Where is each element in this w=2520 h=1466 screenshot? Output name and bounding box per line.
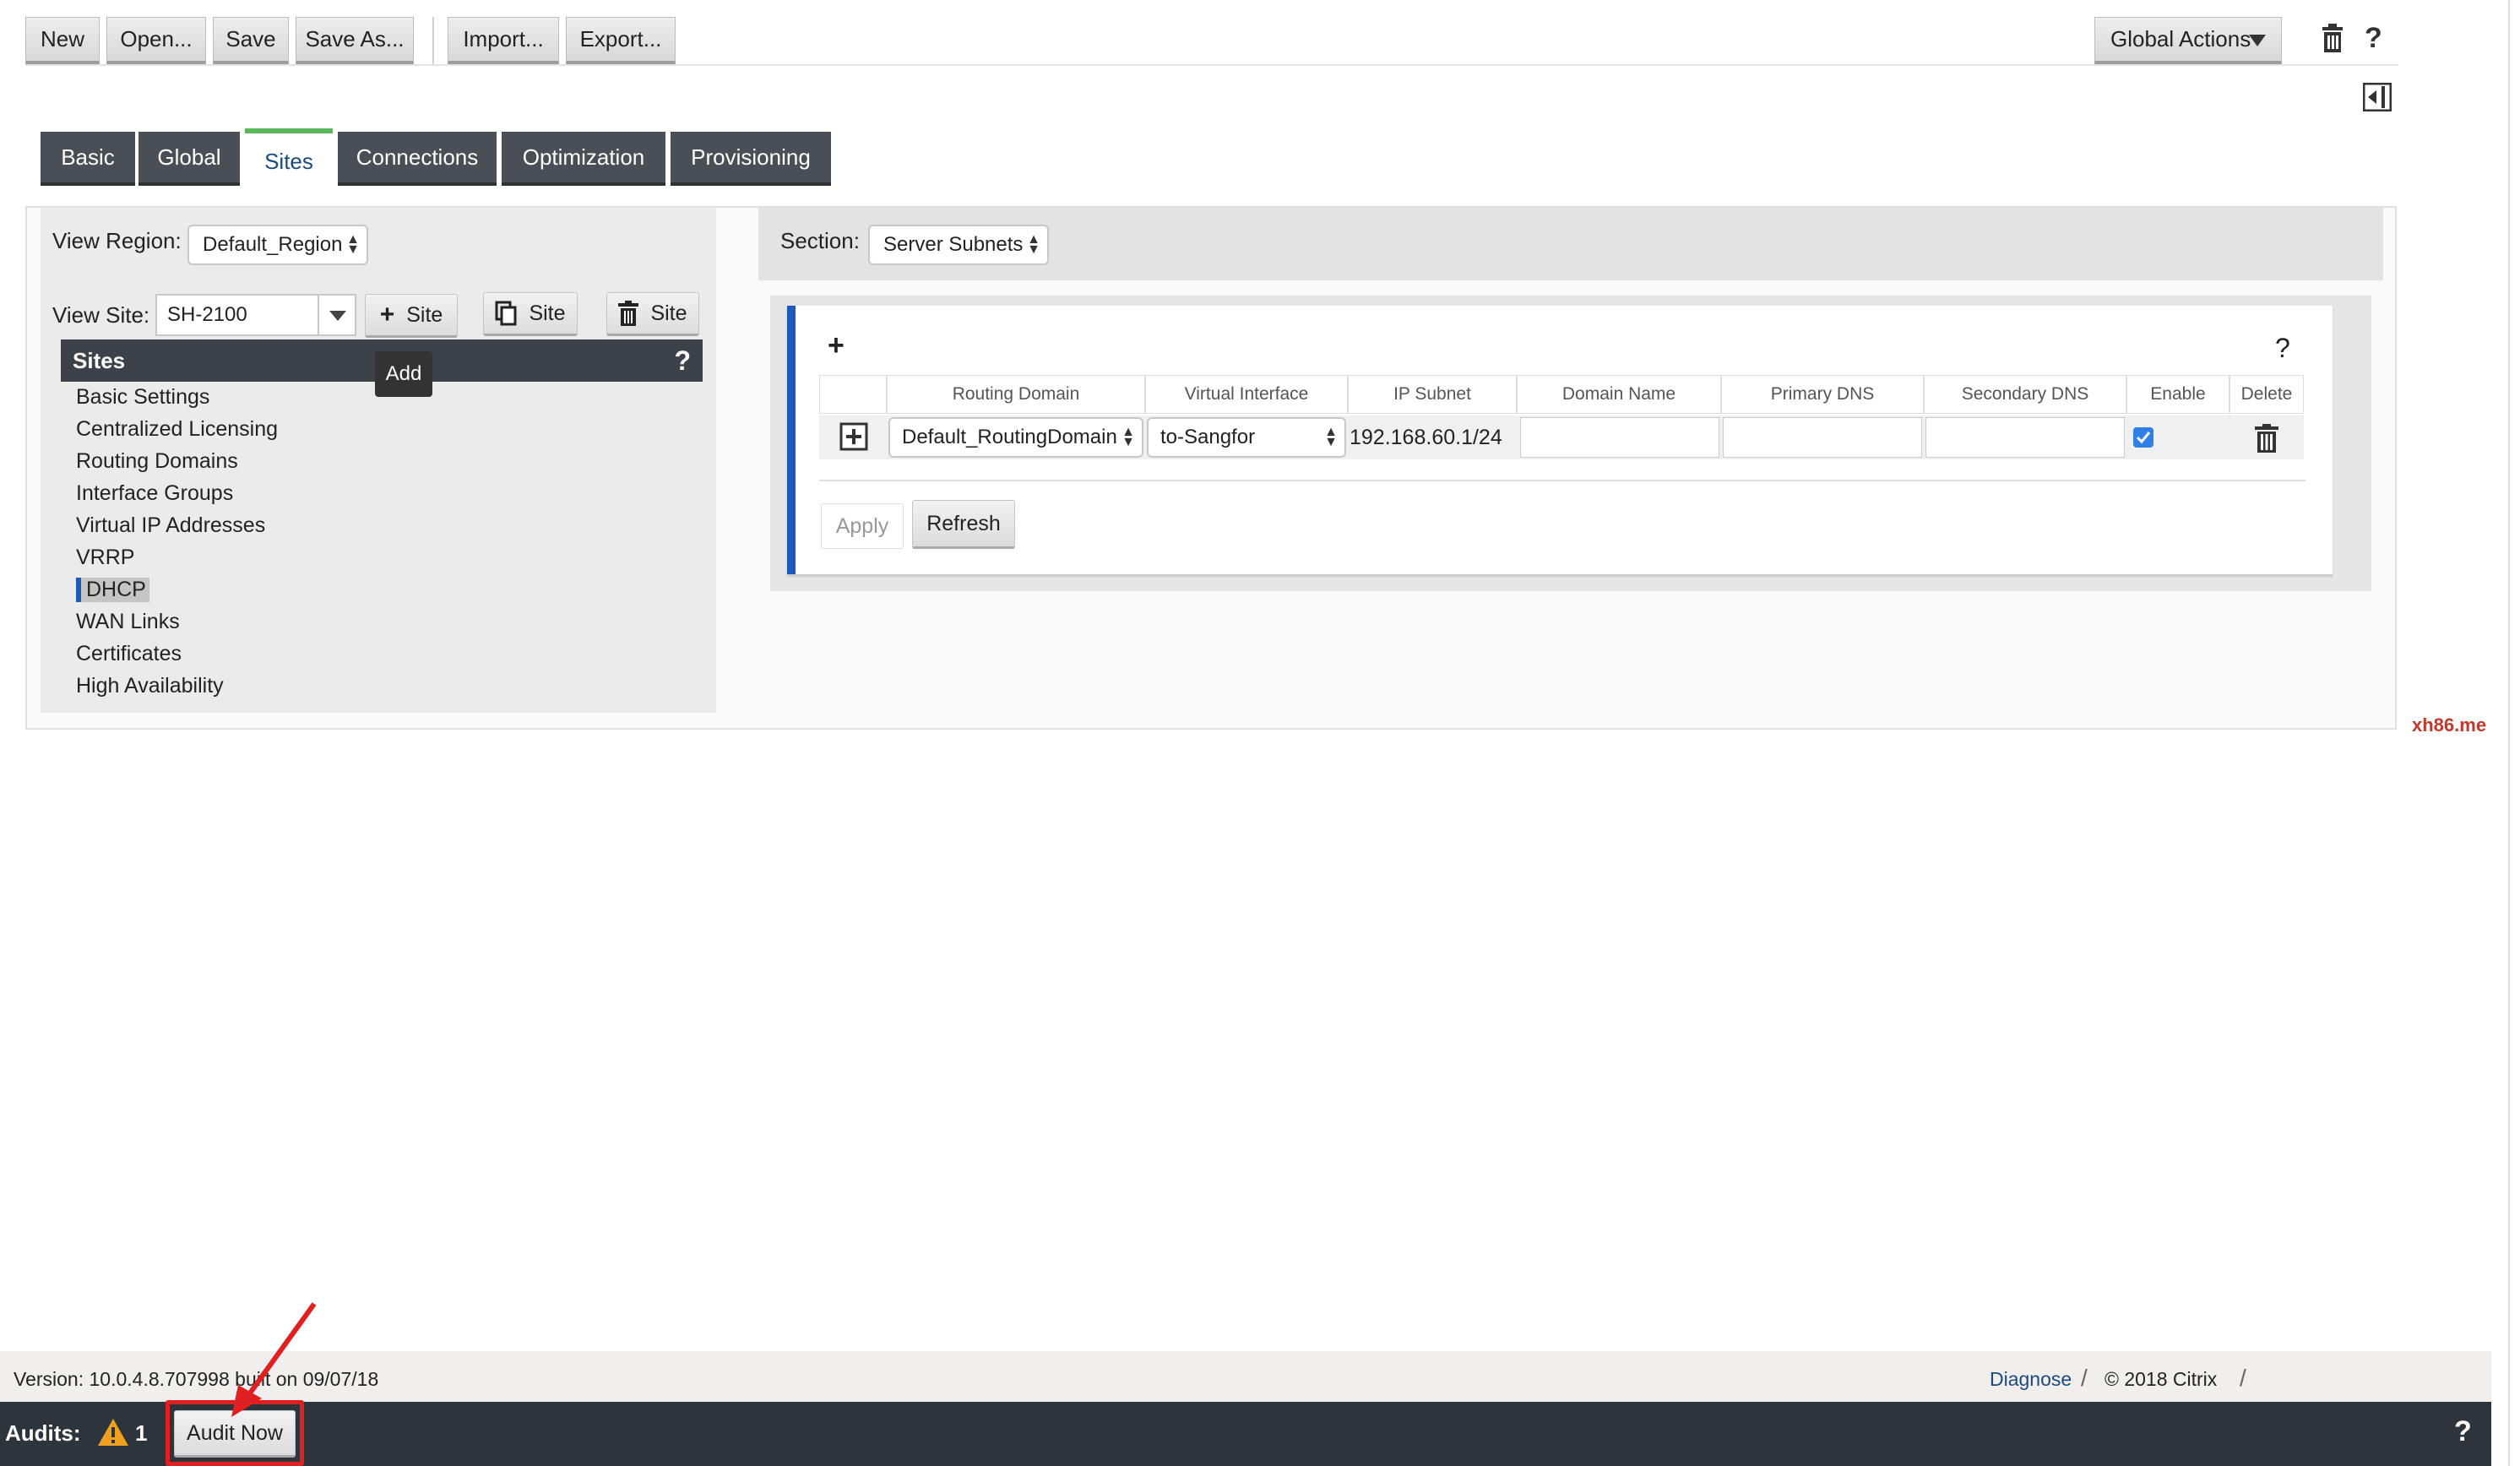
trash-icon[interactable] bbox=[2321, 24, 2344, 54]
warning-icon bbox=[98, 1419, 128, 1446]
nav-item-routing-domains[interactable]: Routing Domains bbox=[76, 449, 238, 474]
updown-icon: ▲ ▼ bbox=[1324, 425, 1338, 449]
delete-site-button[interactable]: Site bbox=[606, 292, 699, 336]
add-site-button[interactable]: + Site bbox=[365, 294, 458, 338]
audit-count: 1 bbox=[135, 1420, 148, 1446]
help-icon[interactable]: ? bbox=[2275, 333, 2290, 364]
routing-domain-value: Default_RoutingDomain bbox=[902, 426, 1117, 448]
add-site-label: Site bbox=[406, 302, 443, 327]
virtual-interface-value: to-Sangfor bbox=[1160, 426, 1256, 448]
import-button[interactable]: Import... bbox=[448, 17, 559, 64]
tab-sites[interactable]: Sites bbox=[245, 128, 333, 189]
updown-icon: ▲ ▼ bbox=[1027, 232, 1040, 257]
expand-row-icon[interactable] bbox=[839, 422, 868, 451]
save-button[interactable]: Save bbox=[213, 17, 289, 64]
audits-label: Audits: bbox=[5, 1420, 81, 1446]
tab-provisioning[interactable]: Provisioning bbox=[671, 132, 831, 186]
tab-connections[interactable]: Connections bbox=[338, 132, 497, 186]
updown-icon: ▲ ▼ bbox=[1122, 425, 1135, 449]
footer-separator: / bbox=[2240, 1365, 2246, 1391]
refresh-button[interactable]: Refresh bbox=[912, 500, 1015, 549]
help-icon[interactable]: ? bbox=[674, 345, 691, 377]
primary-dns-field[interactable] bbox=[1723, 417, 1922, 458]
caret-down-icon bbox=[329, 311, 346, 321]
nav-item-certificates[interactable]: Certificates bbox=[76, 642, 182, 666]
version-text: Version: 10.0.4.8.707998 built on 09/07/… bbox=[14, 1368, 379, 1390]
view-site-value: SH-2100 bbox=[167, 303, 247, 326]
view-region-value: Default_Region bbox=[203, 233, 343, 256]
trash-icon bbox=[618, 301, 639, 326]
tab-basic[interactable]: Basic bbox=[41, 132, 135, 186]
help-icon[interactable]: ? bbox=[2365, 22, 2382, 55]
secondary-dns-field[interactable] bbox=[1925, 417, 2125, 458]
nav-item-vrrp[interactable]: VRRP bbox=[76, 546, 134, 570]
add-row-icon[interactable]: + bbox=[828, 329, 845, 362]
footer-separator: / bbox=[2081, 1365, 2088, 1391]
help-icon[interactable]: ? bbox=[2454, 1415, 2472, 1448]
table-header-enable: Enable bbox=[2126, 375, 2229, 414]
routing-domain-select[interactable]: Default_RoutingDomain ▲ ▼ bbox=[888, 417, 1143, 458]
global-actions-label: Global Actions bbox=[2110, 26, 2251, 52]
delete-row-icon[interactable] bbox=[2255, 424, 2278, 453]
table-header-domain-name: Domain Name bbox=[1517, 375, 1721, 414]
toolbar-underline bbox=[25, 64, 2398, 66]
nav-item-interface-groups[interactable]: Interface Groups bbox=[76, 481, 233, 506]
section-label: Section: bbox=[780, 228, 860, 253]
sites-header-label: Sites bbox=[73, 347, 126, 373]
view-site-label: View Site: bbox=[52, 302, 150, 328]
nav-item-centralized-licensing[interactable]: Centralized Licensing bbox=[76, 417, 278, 442]
section-select[interactable]: Server Subnets ▲ ▼ bbox=[868, 225, 1049, 265]
nav-item-high-availability[interactable]: High Availability bbox=[76, 674, 224, 698]
table-header-primary-dns: Primary DNS bbox=[1721, 375, 1924, 414]
table-header-ip-subnet: IP Subnet bbox=[1348, 375, 1517, 414]
save-as-button[interactable]: Save As... bbox=[296, 17, 414, 64]
nav-item-basic-settings[interactable]: Basic Settings bbox=[76, 385, 209, 410]
plus-icon: + bbox=[379, 301, 395, 328]
watermark: xh86.me bbox=[2412, 714, 2487, 736]
view-site-combobox[interactable]: SH-2100 bbox=[155, 294, 356, 336]
site-dropdown-toggle[interactable] bbox=[318, 296, 355, 334]
clone-site-label: Site bbox=[529, 301, 566, 325]
delete-site-label: Site bbox=[650, 301, 687, 325]
annotation-arrow bbox=[231, 1302, 317, 1417]
diagnose-link[interactable]: Diagnose bbox=[1990, 1368, 2072, 1391]
enable-checkbox[interactable] bbox=[2133, 427, 2153, 448]
table-header-virtual-interface: Virtual Interface bbox=[1145, 375, 1348, 414]
open-button[interactable]: Open... bbox=[106, 17, 206, 64]
audit-bar bbox=[0, 1402, 2491, 1466]
table-divider bbox=[819, 480, 2305, 481]
view-region-select[interactable]: Default_Region ▲ ▼ bbox=[187, 225, 368, 265]
scrollbar-track bbox=[2508, 0, 2510, 1466]
table-header-delete: Delete bbox=[2229, 375, 2304, 414]
new-button[interactable]: New bbox=[25, 17, 100, 64]
ip-subnet-value: 192.168.60.1/24 bbox=[1350, 426, 1502, 449]
nav-item-wan-links[interactable]: WAN Links bbox=[76, 610, 180, 634]
nav-item-virtual-ip-addresses[interactable]: Virtual IP Addresses bbox=[76, 513, 265, 538]
copy-icon bbox=[495, 301, 517, 326]
nav-item-dhcp[interactable]: DHCP bbox=[76, 578, 149, 602]
table-header-expand bbox=[819, 375, 887, 414]
apply-button[interactable]: Apply bbox=[821, 503, 904, 549]
table-header-secondary-dns: Secondary DNS bbox=[1924, 375, 2126, 414]
updown-icon: ▲ ▼ bbox=[346, 232, 360, 257]
virtual-interface-select[interactable]: to-Sangfor ▲ ▼ bbox=[1147, 417, 1346, 458]
add-tooltip: Add bbox=[375, 351, 432, 397]
toolbar-divider bbox=[432, 17, 434, 64]
clone-site-button[interactable]: Site bbox=[483, 292, 578, 336]
collapse-panel-icon[interactable] bbox=[2363, 83, 2392, 111]
tab-global[interactable]: Global bbox=[138, 132, 240, 186]
caret-down-icon bbox=[2249, 35, 2266, 46]
copyright-text: © 2018 Citrix bbox=[2105, 1368, 2218, 1390]
table-header-routing-domain: Routing Domain bbox=[887, 375, 1145, 414]
export-button[interactable]: Export... bbox=[566, 17, 676, 64]
domain-name-field[interactable] bbox=[1520, 417, 1719, 458]
section-value: Server Subnets bbox=[883, 233, 1024, 256]
global-actions-dropdown[interactable]: Global Actions bbox=[2094, 17, 2282, 64]
view-region-label: View Region: bbox=[52, 228, 182, 253]
tab-optimization[interactable]: Optimization bbox=[502, 132, 665, 186]
